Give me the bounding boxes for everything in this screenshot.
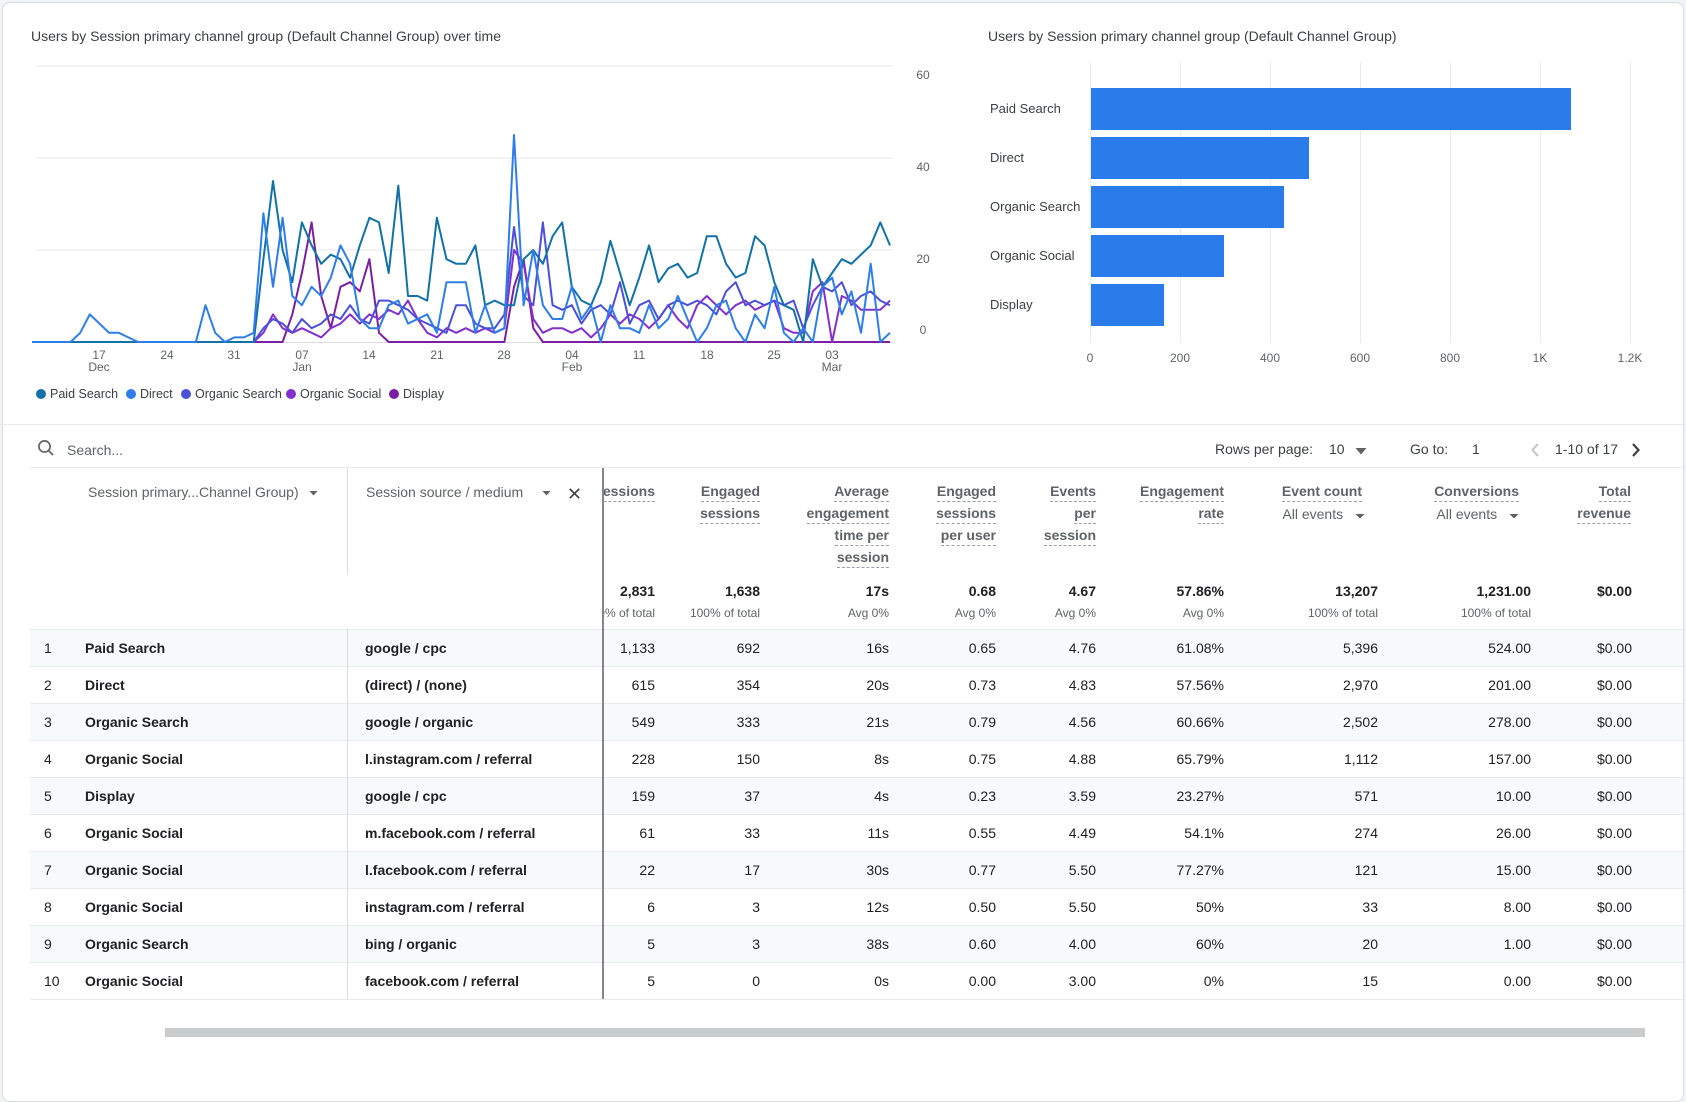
svg-text:Organic Search: Organic Search [990,199,1080,214]
svg-text:Organic Social: Organic Social [990,248,1075,263]
svg-text:800: 800 [1440,351,1460,365]
svg-text:28: 28 [497,348,511,362]
svg-text:Direct: Direct [990,150,1024,165]
svg-text:20: 20 [916,252,930,266]
svg-text:Display: Display [403,387,445,401]
svg-text:0: 0 [920,323,927,337]
svg-text:400: 400 [1260,351,1280,365]
svg-text:14: 14 [362,348,376,362]
svg-text:Paid Search: Paid Search [990,101,1061,116]
svg-text:Organic Search: Organic Search [195,387,282,401]
svg-text:Display: Display [990,297,1033,312]
svg-text:0: 0 [1087,351,1094,365]
svg-text:24: 24 [160,348,174,362]
svg-text:Mar: Mar [822,360,843,374]
svg-text:Dec: Dec [88,360,109,374]
svg-text:11: 11 [633,348,646,362]
svg-text:1K: 1K [1533,351,1548,365]
svg-text:200: 200 [1170,351,1190,365]
svg-text:Paid Search: Paid Search [50,387,118,401]
svg-text:Feb: Feb [562,360,583,374]
svg-text:Jan: Jan [292,360,311,374]
svg-text:Organic Social: Organic Social [300,387,381,401]
svg-text:31: 31 [227,348,241,362]
svg-text:1.2K: 1.2K [1618,351,1643,365]
svg-text:Direct: Direct [140,387,173,401]
svg-text:25: 25 [767,348,781,362]
svg-text:600: 600 [1350,351,1370,365]
svg-text:60: 60 [916,68,930,82]
svg-text:18: 18 [700,348,714,362]
svg-text:40: 40 [916,160,930,174]
svg-text:21: 21 [430,348,444,362]
